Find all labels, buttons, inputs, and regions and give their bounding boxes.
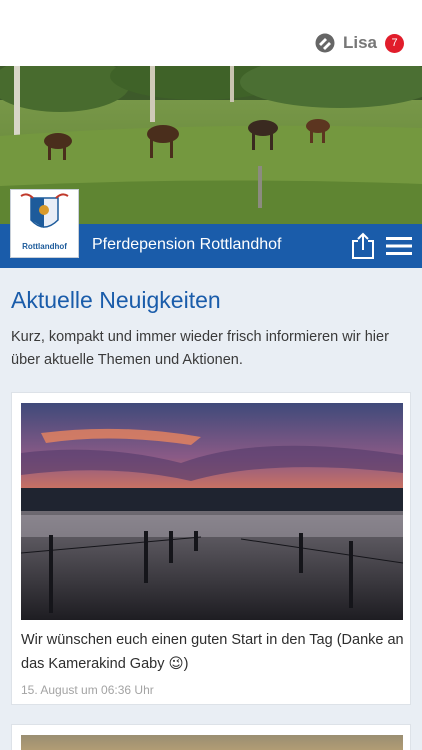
news-photo[interactable] [21, 735, 403, 750]
user-status-icon [315, 33, 335, 53]
intro-text: Kurz, kompakt und immer wieder frisch in… [11, 329, 389, 368]
page-title: Aktuelle Neuigkeiten [11, 287, 221, 313]
notification-badge[interactable]: 7 [385, 33, 404, 53]
farm-logo[interactable]: Rottlandhof [10, 189, 79, 258]
news-photo[interactable] [21, 403, 403, 620]
news-card[interactable]: Wir wünschen euch einen guten Start in d… [11, 392, 411, 705]
hamburger-menu-icon[interactable] [386, 236, 412, 256]
logo-text: Rottlandhof [22, 242, 67, 251]
top-bar: Lisa 7 [0, 0, 422, 66]
news-date: 15. August um 06:36 Uhr [21, 683, 154, 697]
site-title: Pferdepension Rottlandhof [92, 236, 282, 253]
user-account[interactable]: Lisa 7 [315, 33, 404, 53]
coat-of-arms-icon [20, 193, 69, 228]
news-text: Wir wünschen euch einen guten Start in d… [21, 632, 404, 672]
share-icon[interactable] [350, 232, 376, 260]
news-card[interactable] [11, 724, 411, 750]
user-name: Lisa [342, 33, 377, 52]
main-content: Aktuelle Neuigkeiten Kurz, kompakt und i… [0, 268, 422, 750]
